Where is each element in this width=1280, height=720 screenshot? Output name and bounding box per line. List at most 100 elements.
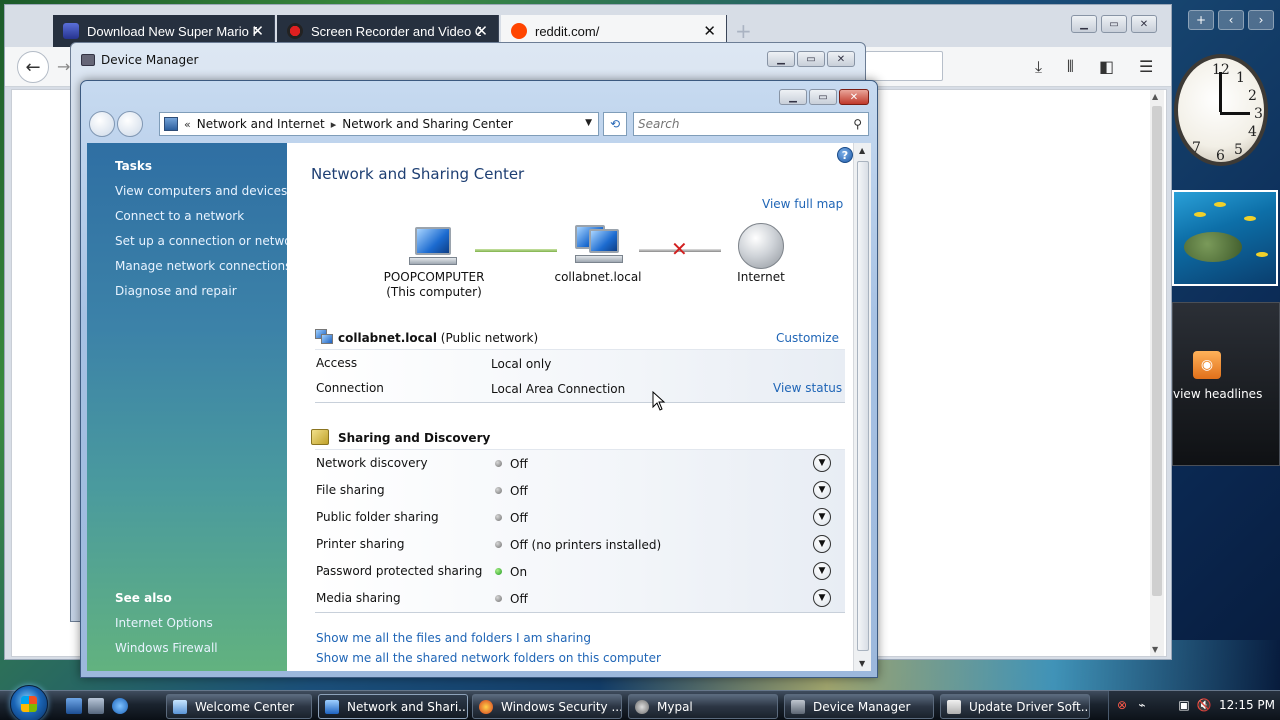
customize-link[interactable]: Customize: [776, 331, 839, 345]
welcome-center-icon: [173, 699, 187, 714]
map-network-name[interactable]: collabnet.local: [533, 270, 663, 284]
link-windows-firewall[interactable]: Windows Firewall: [115, 641, 218, 655]
taskbar-update-driver[interactable]: Update Driver Soft...: [940, 694, 1090, 719]
close-icon[interactable]: ✕: [475, 22, 488, 40]
scroll-thumb[interactable]: [857, 161, 869, 651]
link-internet-options[interactable]: Internet Options: [115, 616, 213, 630]
taskbar-mypal[interactable]: Mypal: [628, 694, 778, 719]
breadcrumb-network-internet[interactable]: Network and Internet: [197, 117, 325, 131]
close-icon[interactable]: ✕: [703, 22, 716, 40]
breadcrumb-sharing-center[interactable]: Network and Sharing Center: [342, 117, 513, 131]
chevron-down-icon[interactable]: ▼: [585, 118, 592, 128]
chevron-right-icon[interactable]: ▸: [331, 118, 337, 131]
computer-name[interactable]: POOPCOMPUTER: [369, 270, 499, 284]
usb-icon[interactable]: ⌁: [1135, 698, 1149, 712]
scroll-up-arrow[interactable]: ▲: [859, 146, 865, 155]
gadget-controls: + ‹ ›: [1188, 10, 1278, 32]
chevron-down-icon[interactable]: ▼: [813, 481, 831, 499]
chevron-down-icon[interactable]: ▼: [813, 508, 831, 526]
switch-windows-icon[interactable]: [88, 698, 104, 714]
chevron-down-icon[interactable]: ▼: [813, 562, 831, 580]
status-dot-icon: [495, 514, 502, 521]
network-tray-icon[interactable]: ▣: [1177, 698, 1191, 712]
scroll-up-arrow[interactable]: ▲: [1152, 92, 1158, 101]
feed-headlines-gadget[interactable]: ◉ view headlines: [1172, 302, 1280, 466]
search-input[interactable]: [638, 114, 838, 134]
scroll-thumb[interactable]: [1152, 106, 1162, 596]
chevron-down-icon[interactable]: ▼: [813, 589, 831, 607]
scroll-down-arrow[interactable]: ▼: [1152, 645, 1158, 654]
taskbar-device-manager[interactable]: Device Manager: [784, 694, 934, 719]
chevron-left-double-icon[interactable]: «: [184, 118, 191, 131]
minimize-button[interactable]: ▁: [779, 89, 807, 105]
fish-image: [1244, 216, 1256, 221]
chevron-down-icon[interactable]: ▼: [813, 454, 831, 472]
taskbar-network-sharing[interactable]: Network and Shari...: [318, 694, 468, 719]
browser-scrollbar[interactable]: ▲ ▼: [1150, 90, 1164, 656]
show-desktop-icon[interactable]: [66, 698, 82, 714]
tab-title: Screen Recorder and Video Cu: [311, 23, 481, 39]
forward-button[interactable]: [117, 111, 143, 137]
map-internet[interactable]: Internet: [696, 270, 826, 284]
close-button[interactable]: ✕: [839, 89, 869, 105]
download-icon[interactable]: ⤓: [1035, 57, 1042, 77]
library-icon[interactable]: ⫴: [1067, 57, 1074, 77]
sharing-row-network-discovery: Network discovery Off ▼: [315, 450, 845, 477]
help-icon[interactable]: ?: [837, 147, 853, 163]
add-gadget-button[interactable]: +: [1188, 10, 1214, 30]
new-tab-button[interactable]: +: [735, 19, 752, 43]
chevron-down-icon[interactable]: ▼: [813, 535, 831, 553]
prev-gadget-button[interactable]: ‹: [1218, 10, 1244, 30]
update-driver-icon: [947, 699, 961, 714]
sharing-box: Network discovery Off ▼ File sharing Off…: [315, 449, 845, 613]
link-show-shared-files[interactable]: Show me all the files and folders I am s…: [316, 631, 591, 645]
security-shield-icon: [479, 699, 493, 714]
refresh-button[interactable]: ⟲: [603, 112, 627, 136]
close-button[interactable]: ✕: [1131, 15, 1157, 33]
scroll-down-arrow[interactable]: ▼: [859, 659, 865, 668]
task-view-computers[interactable]: View computers and devices: [115, 184, 287, 198]
minimize-button[interactable]: ▁: [1071, 15, 1097, 33]
row-label: Printer sharing: [316, 537, 405, 551]
system-clock[interactable]: 12:15 PM: [1219, 698, 1275, 712]
clock-gadget[interactable]: 12 1 2 3 4 5 6 7: [1172, 50, 1272, 170]
minimize-button[interactable]: ▁: [767, 51, 795, 67]
view-status-link[interactable]: View status: [773, 381, 842, 395]
feed-headlines-label[interactable]: view headlines: [1173, 387, 1262, 401]
maximize-button[interactable]: ▭: [797, 51, 825, 67]
menu-icon[interactable]: ☰: [1139, 57, 1153, 76]
taskbar-windows-security[interactable]: Windows Security ...: [472, 694, 622, 719]
clock-number: 1: [1236, 70, 1245, 86]
start-button[interactable]: [10, 685, 48, 720]
sidebar-icon[interactable]: ◧: [1099, 57, 1114, 76]
internet-explorer-icon[interactable]: [112, 698, 128, 714]
disconnected-x-icon[interactable]: ✕: [671, 237, 688, 261]
search-icon[interactable]: ⚲: [853, 117, 862, 131]
network-sharing-center-window: ▁ ▭ ✕ « Network and Internet ▸ Network a…: [80, 80, 878, 678]
address-bar[interactable]: « Network and Internet ▸ Network and Sha…: [159, 112, 599, 136]
back-button[interactable]: [89, 111, 115, 137]
close-icon[interactable]: ✕: [251, 22, 264, 40]
row-value: Local only: [491, 357, 552, 371]
task-setup-connection[interactable]: Set up a connection or network: [115, 234, 303, 248]
forward-button[interactable]: →: [57, 57, 70, 76]
maximize-button[interactable]: ▭: [1101, 15, 1127, 33]
volume-muted-icon[interactable]: 🔇: [1197, 698, 1212, 712]
link-show-shared-folders[interactable]: Show me all the shared network folders o…: [316, 651, 661, 665]
maximize-button[interactable]: ▭: [809, 89, 837, 105]
back-button[interactable]: ←: [17, 51, 49, 83]
close-button[interactable]: ✕: [827, 51, 855, 67]
main-content: Network and Sharing Center View full map…: [287, 143, 865, 671]
internet-globe-icon: [738, 223, 784, 269]
turtle-image: [1184, 232, 1242, 262]
task-diagnose-repair[interactable]: Diagnose and repair: [115, 284, 237, 298]
slideshow-gadget[interactable]: [1172, 190, 1278, 286]
task-connect-network[interactable]: Connect to a network: [115, 209, 244, 223]
content-scrollbar[interactable]: ▲ ▼: [853, 143, 871, 671]
taskbar-welcome-center[interactable]: Welcome Center: [166, 694, 312, 719]
url-bar[interactable]: [865, 51, 943, 81]
view-full-map-link[interactable]: View full map: [762, 197, 843, 211]
task-manage-connections[interactable]: Manage network connections: [115, 259, 291, 273]
next-gadget-button[interactable]: ›: [1248, 10, 1274, 30]
security-alert-icon[interactable]: ⊗: [1115, 698, 1129, 712]
